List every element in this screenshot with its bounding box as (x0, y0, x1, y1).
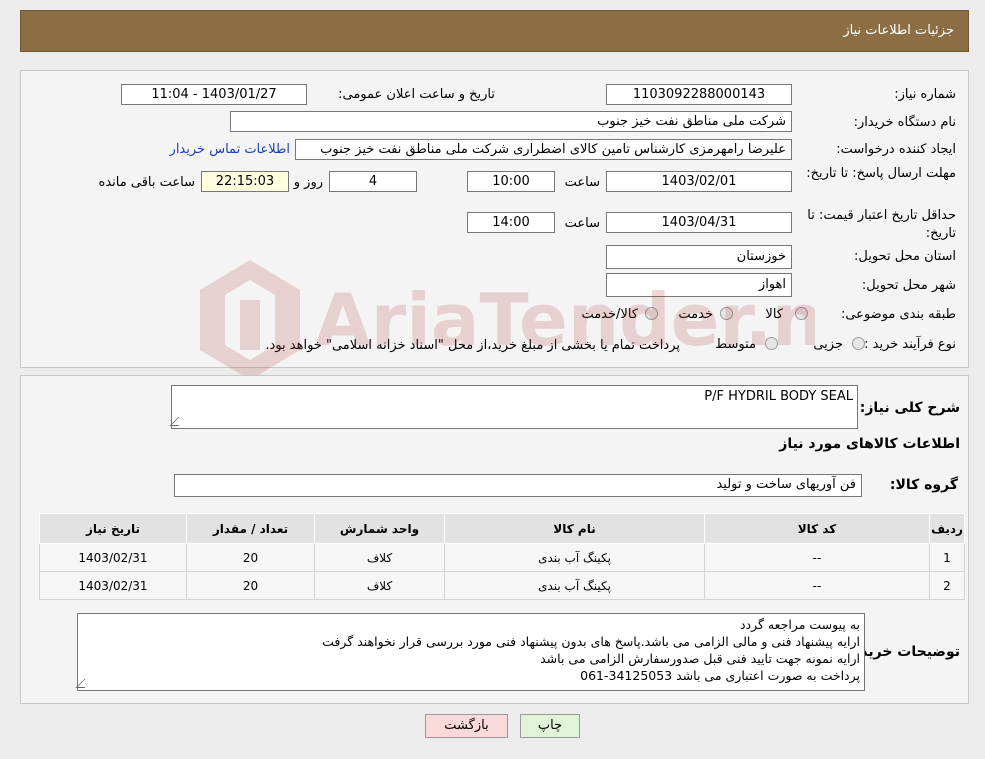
resize-grip-icon[interactable] (169, 417, 188, 426)
category-service-radio[interactable] (720, 307, 733, 320)
print-button[interactable]: چاپ (520, 714, 580, 738)
remaining-time-field: 22:15:03 (201, 171, 289, 192)
deadline-time-field: 10:00 (467, 171, 555, 192)
buyer-field: شرکت ملی مناطق نفت خیز جنوب (230, 111, 792, 132)
buyer-label: نام دستگاه خریدار: (853, 115, 956, 130)
category-service-label: خدمت (678, 307, 713, 322)
col-name-header: نام کالا (444, 513, 705, 544)
col-unit-header: واحد شمارش (314, 513, 445, 544)
notes-line: ارایه نمونه جهت تایید فنی قبل صدورسفارش … (540, 651, 860, 666)
process-medium-label: متوسط (715, 337, 756, 352)
category-label: طبقه بندی موضوعی: (840, 307, 956, 322)
item-date: 1403/02/31 (39, 543, 187, 572)
notes-line: به پیوست مراجعه گردد (739, 617, 860, 632)
need-info-panel: شماره نیاز: 1103092288000143 تاریخ و ساع… (20, 70, 969, 368)
item-unit: کلاف (314, 571, 445, 600)
deadline-label: مهلت ارسال پاسخ: تا تاریخ: (806, 166, 956, 181)
deadline-time-label: ساعت (564, 175, 600, 190)
item-name: پکینگ آب بندی (444, 543, 705, 572)
item-unit: کلاف (314, 543, 445, 572)
deadline-date-field: 1403/02/01 (606, 171, 792, 192)
remaining-label: ساعت باقی مانده (98, 175, 195, 190)
description-text: P/F HYDRIL BODY SEAL (704, 389, 853, 404)
page-title: جزئیات اطلاعات نیاز (843, 23, 954, 38)
category-goods-radio[interactable] (795, 307, 808, 320)
announce-label: تاریخ و ساعت اعلان عمومی: (338, 87, 495, 102)
process-minor-label: جزیی (813, 337, 843, 352)
description-label: شرح کلی نیاز: (859, 400, 960, 416)
items-table: ردیف کد کالا نام کالا واحد شمارش تعداد /… (39, 513, 965, 600)
creator-field: علیرضا رامهرمزی کارشناس تامین کالای اضطر… (295, 139, 792, 160)
validity-time-label: ساعت (564, 216, 600, 231)
creator-label: ایجاد کننده درخواست: (836, 142, 956, 157)
need-number-label: شماره نیاز: (894, 87, 956, 102)
category-goods-service-label: کالا/خدمت (581, 307, 638, 322)
item-code: -- (704, 571, 930, 600)
buyer-contact-link[interactable]: اطلاعات تماس خریدار (170, 142, 290, 157)
col-code-header: کد کالا (704, 513, 930, 544)
table-row: 1 -- پکینگ آب بندی کلاف 20 1403/02/31 (39, 543, 965, 572)
process-label: نوع فرآیند خرید : (864, 337, 956, 352)
need-number-field: 1103092288000143 (606, 84, 792, 105)
col-row-header: ردیف (929, 513, 965, 544)
col-date-header: تاریخ نیاز (39, 513, 187, 544)
item-code: -- (704, 543, 930, 572)
need-details-panel: شرح کلی نیاز: P/F HYDRIL BODY SEAL اطلاع… (20, 375, 969, 704)
days-label: روز و (293, 175, 323, 190)
category-goods-label: کالا (765, 307, 783, 322)
items-section-title: اطلاعات کالاهای مورد نیاز (779, 436, 960, 452)
validity-date-field: 1403/04/31 (606, 212, 792, 233)
notes-textarea[interactable]: به پیوست مراجعه گردد ارایه پیشنهاد فنی و… (75, 613, 865, 691)
announce-field: 1403/01/27 - 11:04 (121, 84, 307, 105)
group-label: گروه کالا: (889, 477, 958, 493)
item-qty: 20 (186, 571, 315, 600)
item-qty: 20 (186, 543, 315, 572)
province-label: استان محل تحویل: (854, 249, 956, 264)
group-field: فن آوریهای ساخت و تولید (174, 474, 862, 497)
notes-line: ارایه پیشنهاد فنی و مالی الزامی می باشد.… (322, 634, 860, 649)
process-minor-radio[interactable] (852, 337, 865, 350)
back-button[interactable]: بازگشت (425, 714, 508, 738)
col-qty-header: تعداد / مقدار (186, 513, 315, 544)
row-number: 1 (929, 543, 965, 572)
days-field: 4 (329, 171, 417, 192)
city-label: شهر محل تحویل: (861, 278, 956, 293)
page-header: جزئیات اطلاعات نیاز (20, 10, 969, 52)
validity-label: حداقل تاریخ اعتبار قیمت: تا تاریخ: (807, 208, 956, 241)
description-textarea[interactable]: P/F HYDRIL BODY SEAL (169, 385, 858, 429)
process-medium-radio[interactable] (765, 337, 778, 350)
validity-time-field: 14:00 (467, 212, 555, 233)
item-name: پکینگ آب بندی (444, 571, 705, 600)
process-note: پرداخت تمام یا بخشی از مبلغ خرید،از محل … (265, 338, 680, 353)
city-field: اهواز (606, 273, 792, 297)
table-row: 2 -- پکینگ آب بندی کلاف 20 1403/02/31 (39, 571, 965, 600)
category-goods-service-radio[interactable] (645, 307, 658, 320)
notes-line: پرداخت به صورت اعتباری می باشد 34125053-… (580, 668, 860, 683)
item-date: 1403/02/31 (39, 571, 187, 600)
province-field: خوزستان (606, 245, 792, 269)
row-number: 2 (929, 571, 965, 600)
items-table-header: ردیف کد کالا نام کالا واحد شمارش تعداد /… (39, 513, 965, 544)
